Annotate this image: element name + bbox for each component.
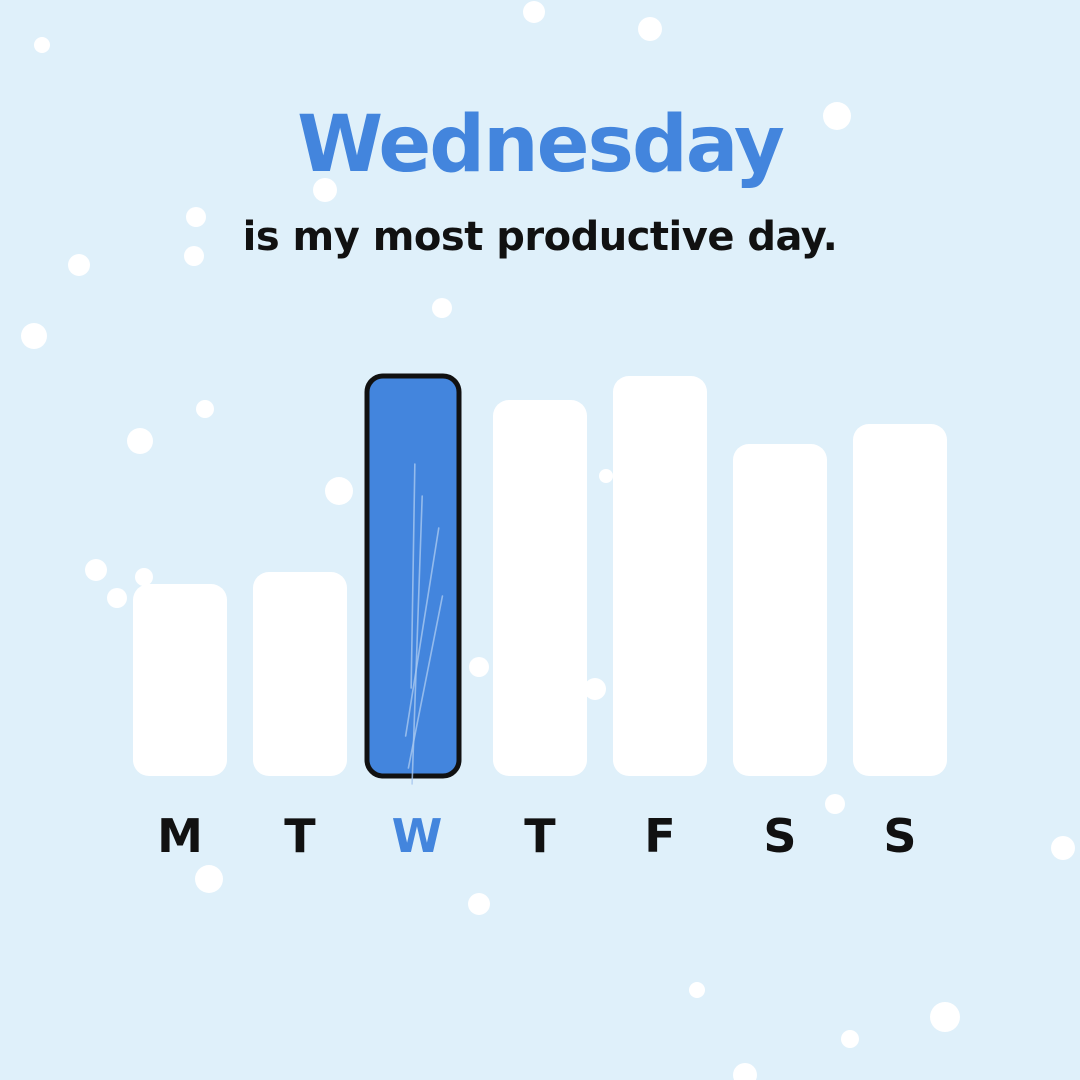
snow-dot [432,298,452,318]
snow-dot [930,1002,960,1032]
snow-dot [186,207,206,227]
x-tick-label: T [524,809,556,863]
snow-dot [21,323,47,349]
snow-dot [85,559,107,581]
x-axis-ticks: MTWTFSS [157,809,916,863]
snow-dot [107,588,127,608]
bar [613,376,707,776]
snow-dot [184,246,204,266]
snow-dot [841,1030,859,1048]
snow-dot [313,178,337,202]
snow-dot [127,428,153,454]
x-tick-label: M [157,809,203,863]
bar [853,424,947,776]
bars [133,373,947,785]
bar [133,584,227,776]
snow-dot [823,102,851,130]
snow-dot [196,400,214,418]
snow-dot [689,982,705,998]
x-tick-label: S [763,809,796,863]
snow-dot [733,1063,757,1080]
snow-dot [325,477,353,505]
x-tick-label: S [883,809,916,863]
x-tick-label: T [284,809,316,863]
snow-dot [469,657,489,677]
bar [253,572,347,776]
weekday-bar-chart: MTWTFSS [21,1,1075,1080]
snow-dot [34,37,50,53]
snow-dot [135,568,153,586]
snow-dot [1051,836,1075,860]
snow-dot [195,865,223,893]
snow-dot [68,254,90,276]
snow-dot [523,1,545,23]
snow-dot [638,17,662,41]
x-tick-label: W [392,809,443,863]
snow-dot [599,469,613,483]
snow-dot [468,893,490,915]
snow-dot [584,678,606,700]
bar [493,400,587,776]
snow-dot [825,794,845,814]
bar [733,444,827,776]
x-tick-label: F [644,809,675,863]
post-canvas: Wednesday is my most productive day. MTW… [0,0,1080,1080]
